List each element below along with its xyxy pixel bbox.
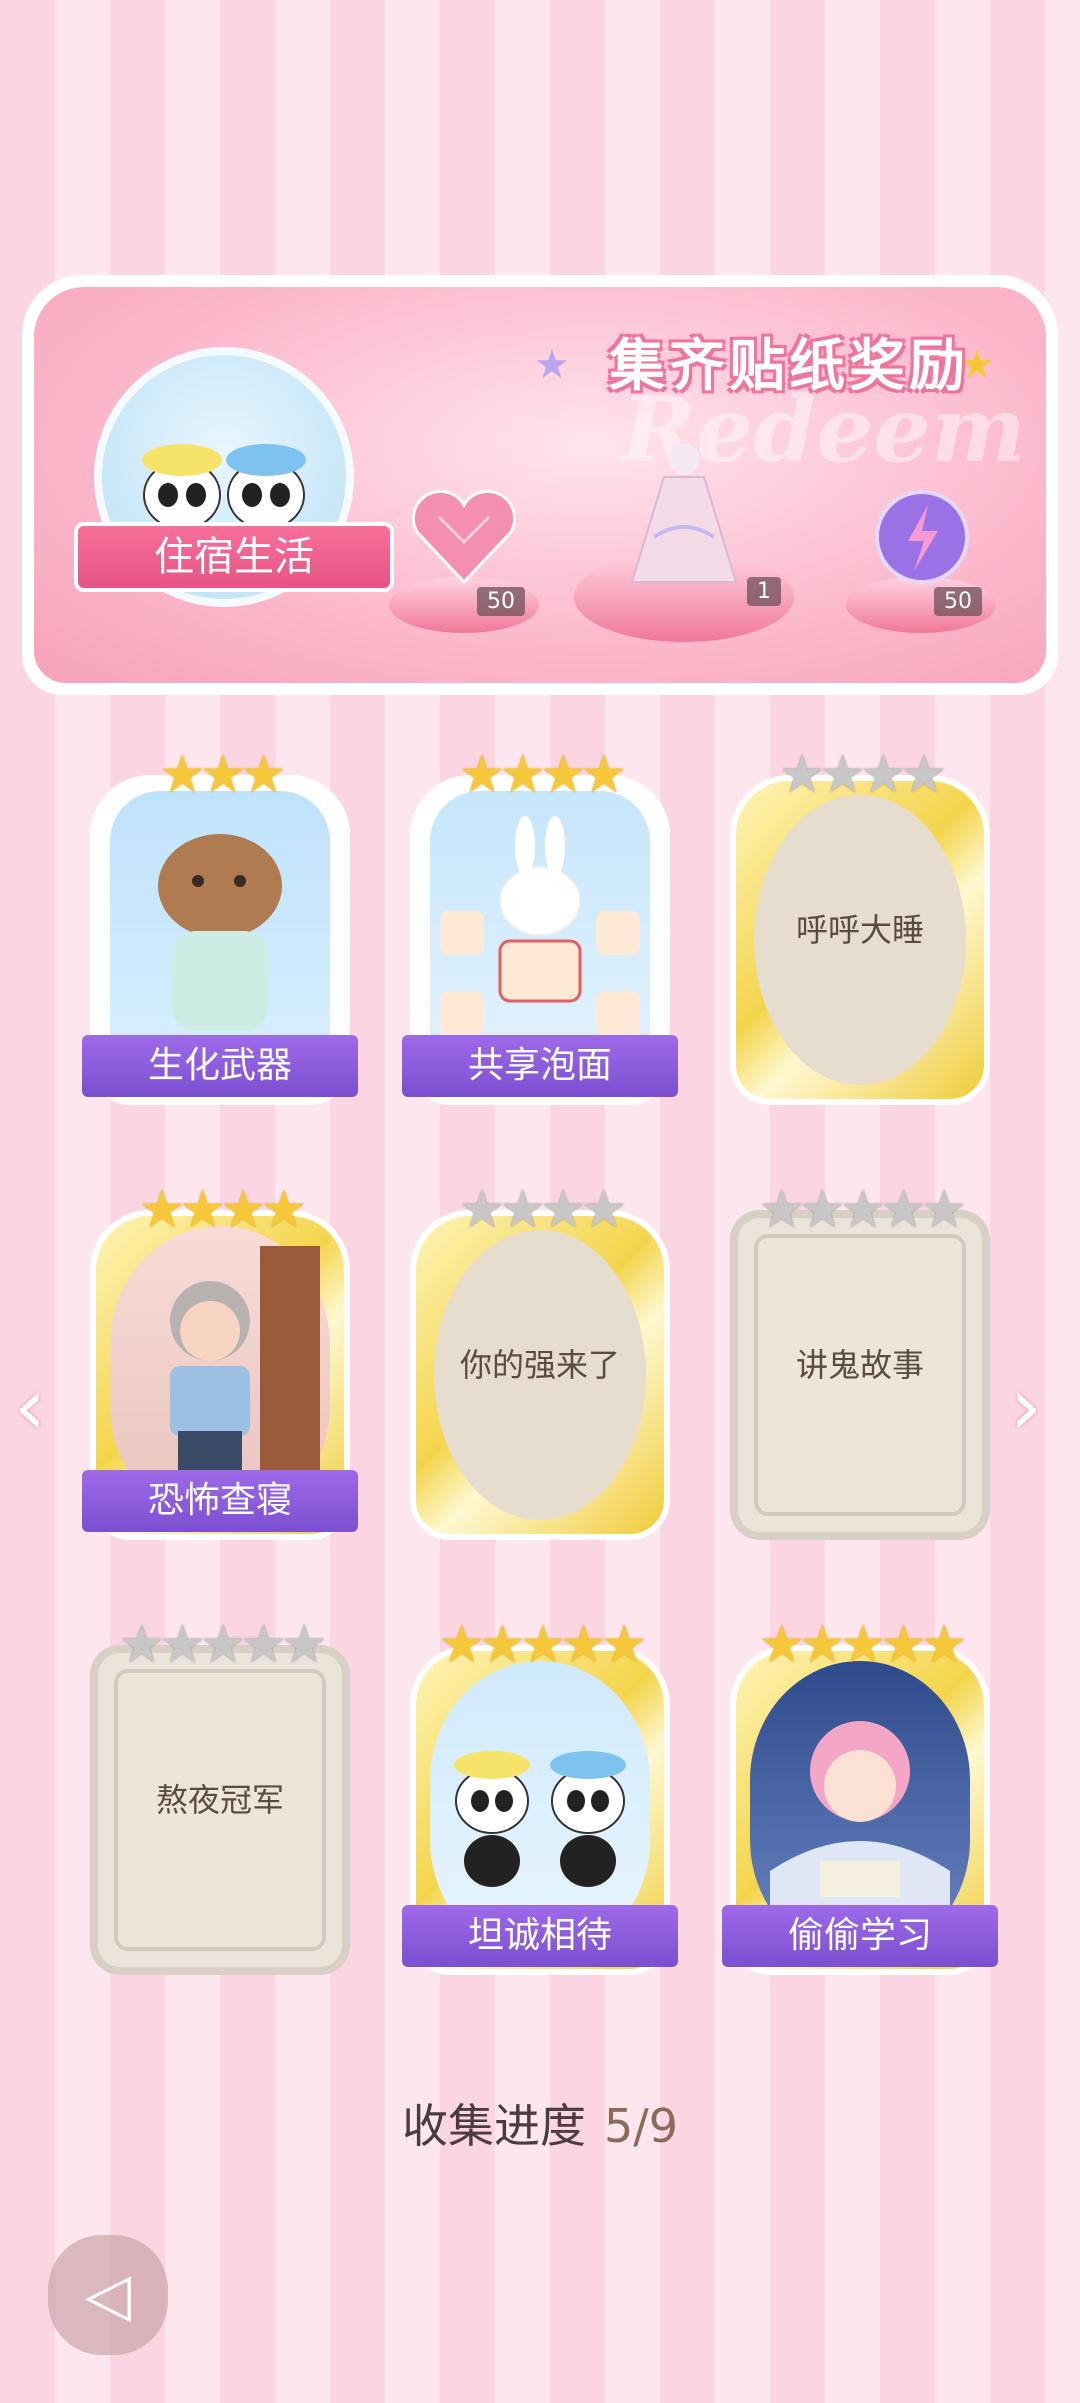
reward-count: 50 bbox=[477, 587, 525, 616]
star-rating: ★★★★ bbox=[778, 745, 947, 805]
collection-progress: 收集进度 5/9 bbox=[0, 2090, 1080, 2156]
back-arrow-icon: ◁ bbox=[84, 2260, 132, 2330]
next-page-arrow-icon[interactable]: › bbox=[1010, 1360, 1042, 1453]
card-title: 讲鬼故事 bbox=[795, 1346, 924, 1384]
category-ribbon: 住宿生活 bbox=[74, 522, 394, 592]
back-button[interactable]: ◁ bbox=[48, 2235, 168, 2355]
card-title: 呼呼大睡 bbox=[795, 911, 924, 949]
sticker-card-locked[interactable]: ★★★★ 呼呼大睡 bbox=[730, 745, 990, 1105]
sticker-card[interactable]: ★★★ 生化武器 bbox=[82, 745, 358, 1105]
progress-value: 5/9 bbox=[603, 2099, 679, 2153]
star-rating: ★★★★★ bbox=[758, 1180, 967, 1240]
card-label: 恐怖查寝 bbox=[82, 1470, 358, 1532]
costume-dress-icon[interactable] bbox=[624, 437, 744, 591]
card-label: 共享泡面 bbox=[402, 1035, 678, 1097]
reward-count: 1 bbox=[747, 577, 781, 606]
card-label: 坦诚相待 bbox=[402, 1905, 678, 1967]
star-rating: ★★★★★ bbox=[758, 1615, 967, 1675]
prev-page-arrow-icon[interactable]: ‹ bbox=[14, 1360, 46, 1453]
card-title: 熬夜冠军 bbox=[155, 1781, 284, 1819]
sticker-card[interactable]: ★★★★★ 坦诚相待 bbox=[402, 1615, 678, 1975]
star-rating: ★★★★ bbox=[138, 1180, 307, 1240]
lavender-star-icon: ★ bbox=[534, 342, 570, 388]
banner-title: 集齐贴纸奖励 bbox=[609, 334, 969, 399]
sticker-card[interactable]: ★★★★★ 偷偷学习 bbox=[722, 1615, 998, 1975]
star-rating: ★★★★ bbox=[458, 745, 627, 805]
star-rating: ★★★★ bbox=[458, 1180, 627, 1240]
star-rating: ★★★ bbox=[159, 745, 287, 805]
reward-banner: Redeem ★ ★ 集齐贴纸奖励 住宿生活 50 1 50 bbox=[22, 275, 1058, 695]
reward-banner-inner: Redeem ★ ★ 集齐贴纸奖励 住宿生活 50 1 50 bbox=[34, 287, 1046, 683]
card-label: 生化武器 bbox=[82, 1035, 358, 1097]
card-label: 偷偷学习 bbox=[722, 1905, 998, 1967]
sticker-card-locked[interactable]: ★★★★★ 讲鬼故事 bbox=[730, 1180, 990, 1540]
purple-energy-orb-icon[interactable] bbox=[872, 487, 972, 591]
card-title: 你的强来了 bbox=[459, 1346, 620, 1384]
sticker-card[interactable]: ★★★★ +1 共享泡面 bbox=[402, 745, 678, 1105]
progress-label: 收集进度 bbox=[401, 2099, 586, 2153]
sticker-card-locked[interactable]: ★★★★★ 熬夜冠军 bbox=[90, 1615, 350, 1975]
pink-heart-gem-icon[interactable] bbox=[409, 487, 519, 591]
sticker-card-locked[interactable]: ★★★★ 你的强来了 bbox=[410, 1180, 670, 1540]
reward-count: 50 bbox=[934, 587, 982, 616]
star-rating: ★★★★★ bbox=[438, 1615, 647, 1675]
star-rating: ★★★★★ bbox=[118, 1615, 327, 1675]
sticker-card[interactable]: ★★★★ 恐怖查寝 bbox=[82, 1180, 358, 1540]
